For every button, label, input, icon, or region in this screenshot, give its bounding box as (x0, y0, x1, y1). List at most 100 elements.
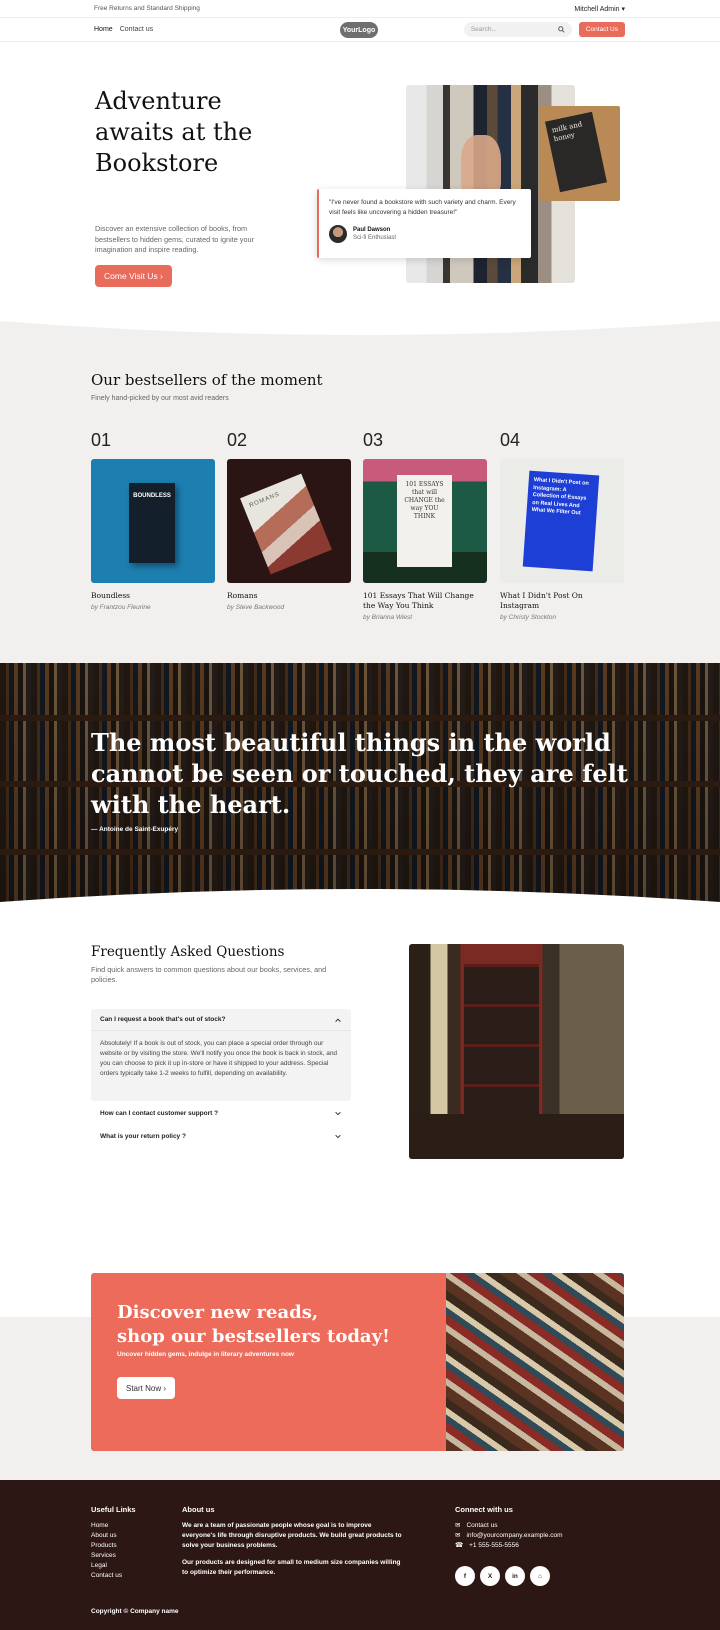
linkedin-icon[interactable]: in (505, 1566, 525, 1586)
testimonial-role: Sci-fi Enthusiast (353, 235, 397, 241)
bestsellers-title: Our bestsellers of the moment (91, 371, 323, 389)
footer-connect: Connect with us ✉ Contact us ✉ info@yourco… (455, 1505, 563, 1586)
book-card[interactable]: 02 ROMANS Romans by Steve Backwood (227, 430, 351, 611)
faq-question[interactable]: Can I request a book that's out of stock… (91, 1009, 351, 1031)
book-card[interactable]: 04 What I Didn't Post on Instagram: A Co… (500, 430, 624, 621)
book-on-table-image: milk and honey (540, 106, 620, 201)
quote-banner: The most beautiful things in the world c… (0, 663, 720, 903)
chevron-up-icon[interactable] (334, 1016, 342, 1024)
avatar (329, 225, 347, 243)
book-cover-title: What I Didn't Post on Instagram: A Colle… (522, 470, 600, 572)
footer-link-legal[interactable]: Legal (91, 1561, 136, 1571)
cta-subtitle: Uncover hidden gems, indulge in literary… (117, 1351, 294, 1358)
book-author: by Christy Stockton (500, 614, 556, 621)
contact-us-button[interactable]: Contact Us (578, 22, 625, 37)
footer-link-home[interactable]: Home (91, 1521, 136, 1531)
faq-question-text: How can I contact customer support ? (100, 1109, 219, 1117)
faq-item[interactable]: What is your return policy ? (91, 1125, 351, 1147)
facebook-icon[interactable]: f (455, 1566, 475, 1586)
chevron-down-icon[interactable] (334, 1109, 342, 1117)
hero-description: Discover an extensive collection of book… (95, 224, 254, 254)
book-title[interactable]: 101 Essays That Will Change the Way You … (363, 591, 487, 611)
cta-title-line1: Discover new reads, (117, 1302, 319, 1323)
nav-right: Search... Contact Us (463, 22, 625, 37)
footer-link-products[interactable]: Products (91, 1541, 136, 1551)
navbar: Home Contact us YourLogo Search... Conta… (0, 18, 720, 42)
bookstore-interior-image (409, 944, 624, 1159)
footer: Useful Links Home About us Products Serv… (0, 1480, 720, 1630)
testimonial-quote: "I've never found a bookstore with such … (329, 199, 516, 216)
footer-link-contact[interactable]: Contact us (91, 1571, 136, 1581)
search-icon[interactable] (558, 26, 565, 33)
book-cover-title: BOUNDLESS (129, 483, 175, 563)
faq-question[interactable]: What is your return policy ? (91, 1125, 351, 1147)
faq-question-text: Can I request a book that's out of stock… (100, 1016, 226, 1023)
home-icon[interactable]: ⌂ (530, 1566, 550, 1586)
footer-contact-link[interactable]: Contact us (466, 1521, 497, 1531)
footer-links-title: Useful Links (91, 1505, 136, 1514)
footer-email[interactable]: info@yourcompany.example.com (466, 1531, 562, 1541)
footer-useful-links: Useful Links Home About us Products Serv… (91, 1505, 136, 1581)
book-cover[interactable]: BOUNDLESS (91, 459, 215, 583)
user-menu[interactable]: Mitchell Admin ▾ (574, 5, 625, 13)
book-cover-title: 101 ESSAYS that will CHANGE the way YOU … (397, 475, 452, 567)
come-visit-button[interactable]: Come Visit Us › (95, 265, 172, 287)
magazines-stack-image (446, 1273, 624, 1451)
cta-section: Discover new reads, shop our bestsellers… (0, 1217, 720, 1480)
footer-contact-row[interactable]: ✉ info@yourcompany.example.com (455, 1531, 563, 1541)
book-cover[interactable]: What I Didn't Post on Instagram: A Colle… (500, 459, 624, 583)
nav-contact[interactable]: Contact us (120, 26, 153, 33)
logo[interactable]: YourLogo (340, 22, 378, 38)
chat-icon: ✉ (455, 1522, 461, 1529)
faq-subtitle: Find quick answers to common questions a… (91, 965, 327, 984)
book-cover[interactable]: ROMANS (227, 459, 351, 583)
start-now-button[interactable]: Start Now › (117, 1377, 176, 1399)
book-title[interactable]: Romans (227, 591, 351, 601)
cta-title: Discover new reads, shop our bestsellers… (117, 1301, 390, 1349)
faq-section: Frequently Asked Questions Find quick an… (0, 903, 720, 1217)
footer-link-services[interactable]: Services (91, 1551, 136, 1561)
testimonial-person: Paul Dawson Sci-fi Enthusiast (329, 225, 521, 243)
book-card[interactable]: 01 BOUNDLESS Boundless by Frantzou Fleur… (91, 430, 215, 611)
book-rank: 03 (363, 430, 384, 450)
book-rank: 01 (91, 430, 112, 450)
cta-card: Discover new reads, shop our bestsellers… (91, 1273, 624, 1451)
testimonial-card: "I've never found a bookstore with such … (317, 189, 531, 258)
book-rank: 02 (227, 430, 248, 450)
book-author: by Steve Backwood (227, 604, 285, 611)
book-title[interactable]: Boundless (91, 591, 215, 601)
search-input[interactable]: Search... (463, 22, 572, 37)
book-author: by Brianna Wiest (363, 614, 413, 621)
bestsellers-subtitle: Finely hand-picked by our most avid read… (91, 395, 229, 402)
testimonial-name: Paul Dawson (353, 227, 391, 233)
nav-home[interactable]: Home (94, 26, 113, 33)
faq-question[interactable]: How can I contact customer support ? (91, 1102, 351, 1124)
x-twitter-icon[interactable]: X (480, 1566, 500, 1586)
book-author: by Frantzou Fleurine (91, 604, 151, 611)
quote-author: — Antoine de Saint-Exupéry (91, 826, 179, 833)
footer-link-about[interactable]: About us (91, 1531, 136, 1541)
bookshelf-detail (464, 964, 539, 1134)
envelope-icon: ✉ (455, 1532, 461, 1539)
copyright: Copyright © Company name (91, 1608, 179, 1615)
book-title[interactable]: What I Didn't Post On Instagram (500, 591, 624, 611)
footer-contact-row[interactable]: ✉ Contact us (455, 1521, 563, 1531)
faq-title: Frequently Asked Questions (91, 944, 285, 960)
footer-about-p2: Our products are designed for small to m… (182, 1559, 401, 1576)
hero-section: Adventure awaits at the Bookstore Discov… (0, 42, 720, 320)
footer-phone[interactable]: +1 555-555-5556 (469, 1541, 519, 1551)
chevron-down-icon[interactable] (334, 1132, 342, 1140)
nav-links: Home Contact us (94, 26, 153, 33)
book-cover[interactable]: 101 ESSAYS that will CHANGE the way YOU … (363, 459, 487, 583)
footer-contact-list: ✉ Contact us ✉ info@yourcompany.example.co… (455, 1521, 563, 1551)
book-rank: 04 (500, 430, 521, 450)
shelf-divider (0, 849, 720, 855)
section-curve-divider (0, 889, 720, 903)
top-bar: Free Returns and Standard Shipping Mitch… (0, 0, 720, 18)
faq-item[interactable]: How can I contact customer support ? (91, 1102, 351, 1124)
promo-text: Free Returns and Standard Shipping (94, 5, 200, 12)
social-links: f X in ⌂ (455, 1566, 563, 1586)
book-card[interactable]: 03 101 ESSAYS that will CHANGE the way Y… (363, 430, 487, 621)
bestsellers-section: Our bestsellers of the moment Finely han… (0, 319, 720, 663)
footer-contact-row[interactable]: ☎ +1 555-555-5556 (455, 1541, 563, 1551)
